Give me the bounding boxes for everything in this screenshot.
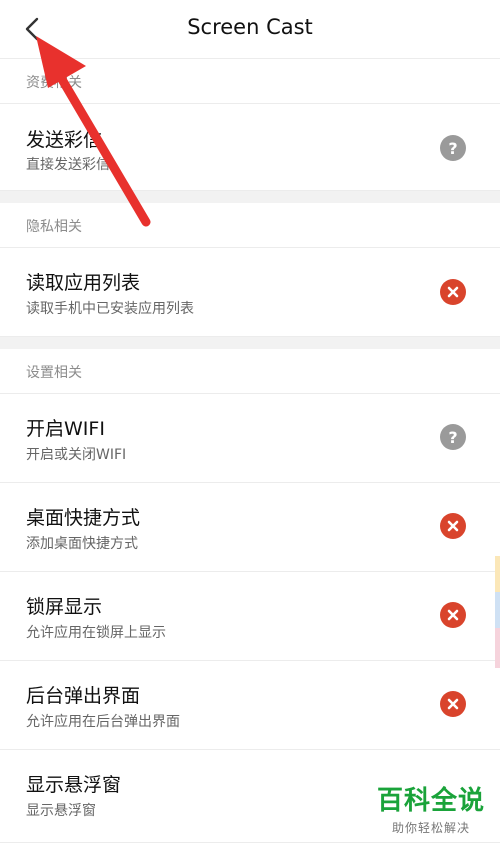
permission-row-read-app-list[interactable]: 读取应用列表 读取手机中已安装应用列表 (0, 248, 500, 337)
section-header-settings: 设置相关 (0, 349, 500, 394)
section-divider (0, 337, 500, 349)
watermark-sub-text: 助你轻松解决 (391, 821, 470, 835)
app-header: Screen Cast (0, 0, 500, 59)
edge-strip-pink (495, 628, 500, 668)
denied-status-icon[interactable] (440, 602, 466, 628)
section-header-label: 资费相关 (26, 75, 82, 91)
permission-subtitle: 直接发送彩信 (26, 157, 110, 173)
permission-title: 读取应用列表 (26, 272, 141, 294)
permission-row-desktop-shortcut[interactable]: 桌面快捷方式 添加桌面快捷方式 (0, 483, 500, 572)
permission-title: 锁屏显示 (26, 596, 103, 618)
edge-strip-blue (495, 592, 500, 628)
permission-row-send-mms[interactable]: 发送彩信 直接发送彩信 ? (0, 104, 500, 191)
permission-subtitle: 添加桌面快捷方式 (26, 536, 138, 552)
permission-subtitle: 开启或关闭WIFI (26, 447, 127, 463)
permission-subtitle: 读取手机中已安装应用列表 (26, 301, 194, 317)
permission-subtitle: 允许应用在后台弹出界面 (26, 714, 180, 730)
permission-title: 发送彩信 (26, 129, 103, 151)
section-divider (0, 191, 500, 203)
permission-title: 桌面快捷方式 (26, 507, 141, 529)
edge-strip-yellow (495, 556, 500, 592)
permission-subtitle: 允许应用在锁屏上显示 (26, 625, 166, 641)
page-title: Screen Cast (187, 15, 313, 39)
denied-status-icon[interactable] (440, 691, 466, 717)
permission-title: 显示悬浮窗 (26, 774, 122, 796)
svg-text:?: ? (448, 139, 457, 158)
permission-row-background-popup[interactable]: 后台弹出界面 允许应用在后台弹出界面 (0, 661, 500, 750)
question-status-icon[interactable]: ? (440, 424, 466, 450)
permission-subtitle: 显示悬浮窗 (26, 803, 96, 819)
permission-row-lock-screen[interactable]: 锁屏显示 允许应用在锁屏上显示 (0, 572, 500, 661)
question-status-icon[interactable]: ? (440, 135, 466, 161)
watermark-main-text: 百科全说 (376, 786, 485, 816)
section-header-label: 设置相关 (26, 365, 82, 381)
svg-text:?: ? (448, 428, 457, 447)
permission-title: 开启WIFI (26, 418, 105, 440)
section-header-privacy: 隐私相关 (0, 203, 500, 248)
denied-status-icon[interactable] (440, 279, 466, 305)
watermark-logo: 百科全说 助你轻松解决 (376, 780, 486, 836)
permission-title: 后台弹出界面 (26, 685, 141, 707)
section-header-label: 隐私相关 (26, 219, 82, 235)
denied-status-icon[interactable] (440, 513, 466, 539)
section-header-fees: 资费相关 (0, 59, 500, 104)
permission-row-wifi[interactable]: 开启WIFI 开启或关闭WIFI ? (0, 394, 500, 483)
